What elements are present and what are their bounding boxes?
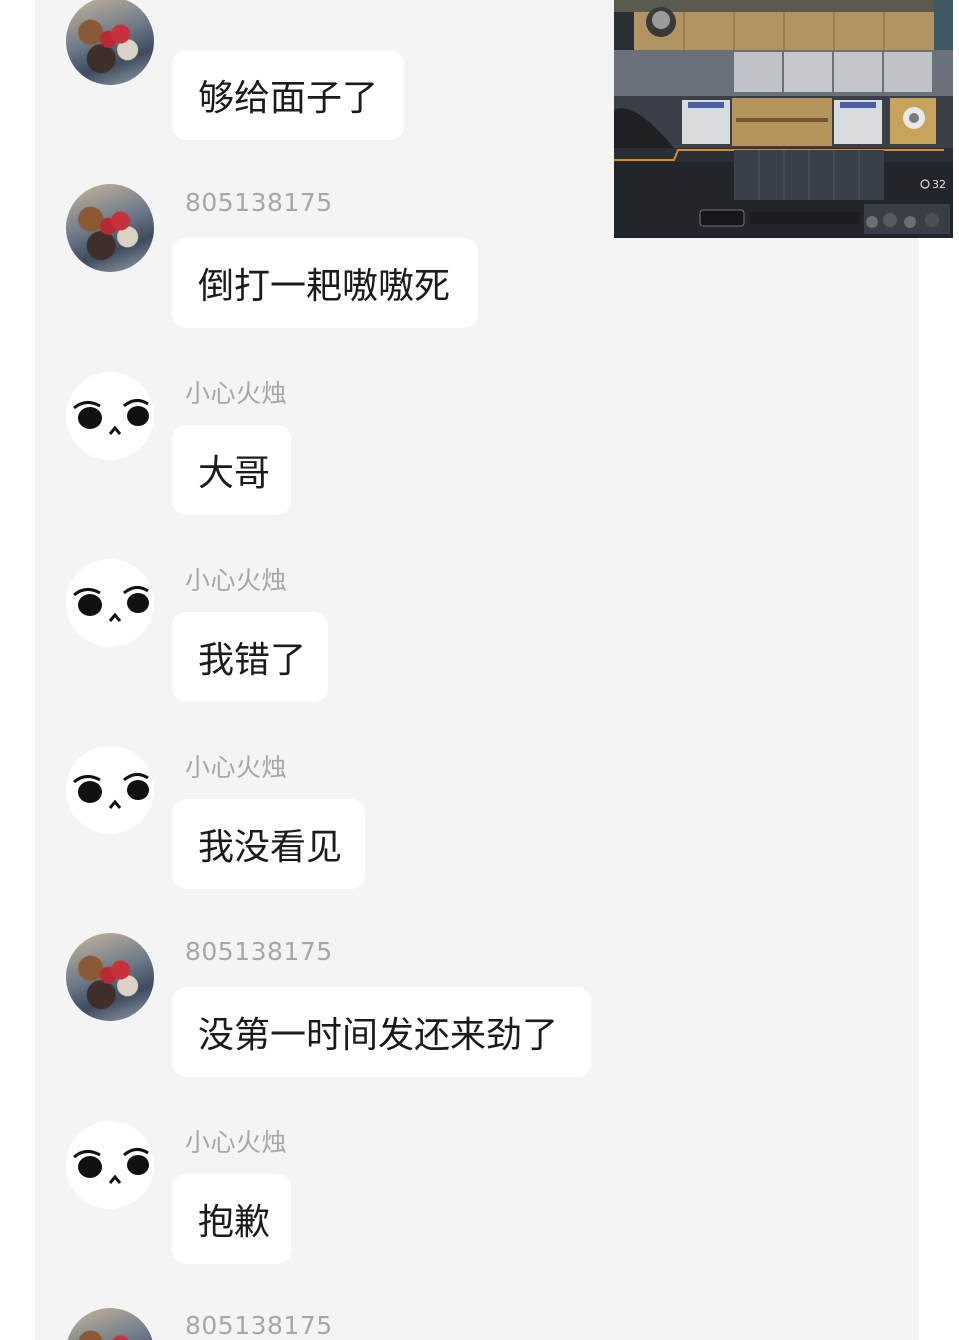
panda-face-icon: [73, 586, 149, 622]
panda-face-icon: [73, 399, 149, 435]
message-bubble[interactable]: 我错了: [172, 612, 328, 702]
avatar[interactable]: [66, 746, 154, 834]
message-bubble[interactable]: 抱歉: [172, 1174, 291, 1264]
sender-name: 小心火烛: [185, 1128, 288, 1157]
message-bubble[interactable]: 我没看见: [172, 799, 365, 889]
avatar[interactable]: [66, 0, 154, 85]
sender-name: 小心火烛: [185, 753, 288, 782]
game-board-graphic: 32: [614, 0, 953, 238]
sender-name: 小心火烛: [185, 566, 288, 595]
avatar[interactable]: [66, 1308, 154, 1340]
message-bubble[interactable]: 大哥: [172, 425, 291, 515]
avatar[interactable]: [66, 1121, 154, 1209]
sender-name: 805138175: [185, 188, 333, 217]
message-bubble[interactable]: 倒打一耙嗷嗷死: [172, 238, 478, 328]
panda-face-icon: [73, 773, 149, 809]
sender-name: 小心火烛: [185, 379, 288, 408]
game-screenshot-image[interactable]: 32: [614, 0, 953, 238]
avatar[interactable]: [66, 372, 154, 460]
avatar[interactable]: [66, 184, 154, 272]
panda-face-icon: [73, 1148, 149, 1184]
avatar[interactable]: [66, 559, 154, 647]
avatar[interactable]: [66, 933, 154, 1021]
game-counter: 32: [932, 178, 946, 191]
message-bubble[interactable]: 没第一时间发还来劲了: [172, 987, 591, 1077]
sender-name: 805138175: [185, 937, 333, 966]
sender-name: 805138175: [185, 1311, 333, 1340]
message-bubble[interactable]: 够给面子了: [172, 50, 404, 140]
